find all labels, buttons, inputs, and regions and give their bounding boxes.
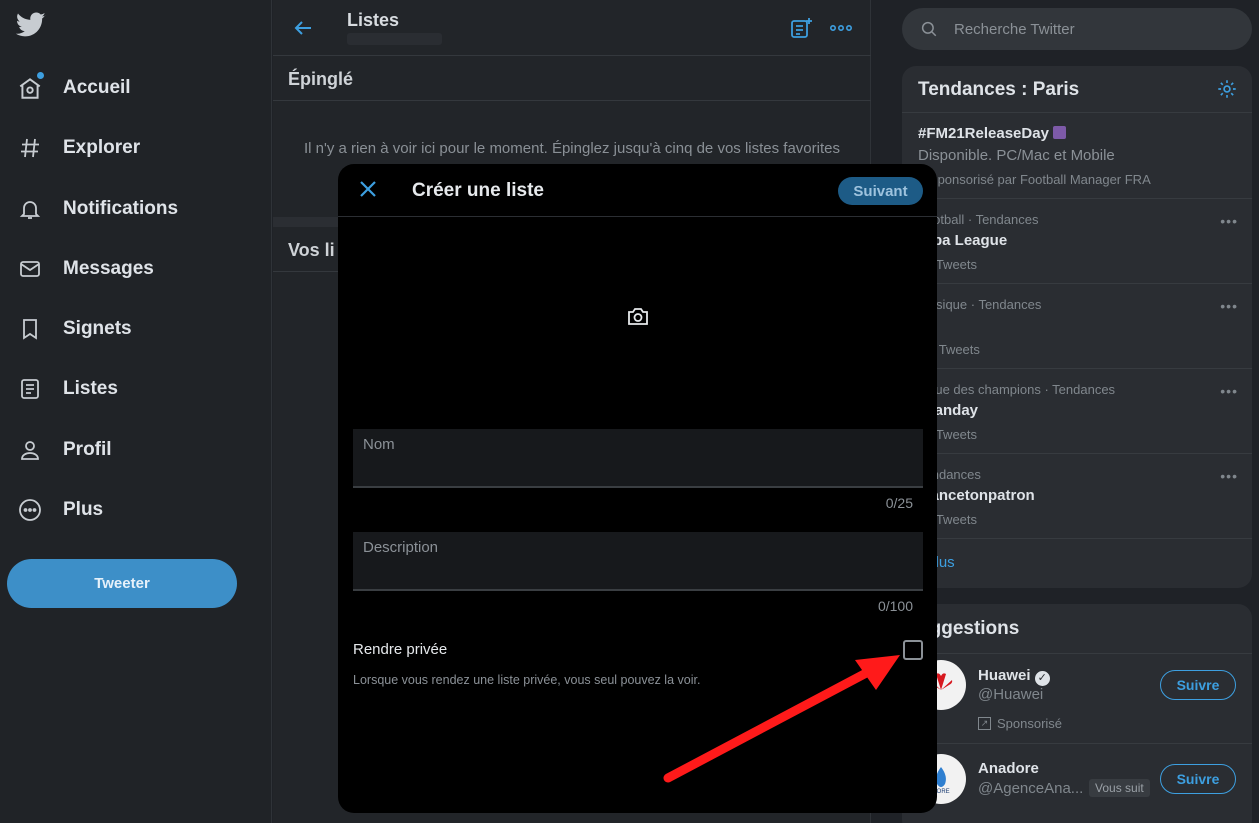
modal-title: Créer une liste bbox=[412, 180, 544, 201]
trends-title: Tendances : Paris bbox=[918, 79, 1080, 100]
pinned-empty-message: Il n'y a rien à voir ici pour le moment.… bbox=[304, 140, 840, 157]
follows-you-badge: Vous suit bbox=[1089, 779, 1150, 797]
nav-item-messages[interactable]: Messages bbox=[16, 249, 154, 289]
verified-badge-icon: ✓ bbox=[1034, 671, 1050, 686]
nav-label-notifications: Notifications bbox=[63, 198, 179, 219]
page-title: Listes bbox=[347, 10, 400, 30]
hashtag-icon bbox=[16, 134, 44, 162]
create-list-modal: Créer une liste Suivant Nom 0/25 Descrip… bbox=[338, 164, 937, 813]
trends-panel: Tendances : Paris #FM21ReleaseDay Dispon… bbox=[902, 66, 1252, 588]
search-placeholder: Recherche Twitter bbox=[954, 20, 1075, 38]
nav-label-listes: Listes bbox=[63, 378, 118, 399]
more-options-icon[interactable]: ••• bbox=[1220, 213, 1238, 229]
suggestion-name: Anadore bbox=[978, 760, 1039, 777]
nav-item-listes[interactable]: Listes bbox=[16, 369, 118, 409]
home-icon bbox=[16, 72, 44, 102]
suggestions-panel: uggestions Huawei ✓ @Huawei ↗ Sponsorisé … bbox=[902, 604, 1252, 823]
envelope-icon bbox=[16, 255, 44, 283]
nav-label-messages: Messages bbox=[63, 258, 154, 279]
description-counter: 0/100 bbox=[877, 598, 913, 614]
person-icon bbox=[16, 436, 44, 464]
fm-badge-icon bbox=[1053, 126, 1067, 139]
follow-button[interactable]: Suivre bbox=[1160, 764, 1236, 794]
name-counter: 0/25 bbox=[885, 495, 913, 511]
trend-item[interactable]: Tendances alancetonpatron 03 Tweets ••• bbox=[902, 453, 1252, 538]
camera-icon[interactable] bbox=[626, 305, 650, 332]
bookmark-icon bbox=[16, 315, 44, 343]
back-arrow-icon[interactable] bbox=[291, 16, 315, 45]
tweet-button[interactable]: Tweeter bbox=[7, 559, 237, 608]
search-icon bbox=[920, 20, 938, 38]
nav-label-profil: Profil bbox=[63, 439, 112, 460]
suggestion-promo: ↗ Sponsorisé bbox=[978, 716, 1062, 731]
modal-header: Créer une liste Suivant bbox=[338, 164, 937, 217]
nav-item-signets[interactable]: Signets bbox=[16, 309, 132, 349]
nav-label-plus: Plus bbox=[63, 499, 104, 520]
nav-item-plus[interactable]: Plus bbox=[16, 490, 103, 530]
more-options-icon[interactable]: ••• bbox=[1220, 468, 1238, 484]
suggestion-handle: @AgenceAna... bbox=[978, 780, 1084, 797]
description-field-label: Description bbox=[363, 539, 439, 556]
suggestion-row-huawei[interactable]: Huawei ✓ @Huawei ↗ Sponsorisé Suivre bbox=[902, 654, 1252, 742]
trend-item[interactable]: Football · Tendances ropa League 59 Twee… bbox=[902, 198, 1252, 283]
left-navigation: Accueil Explorer Notifications Messages … bbox=[0, 0, 272, 823]
private-checkbox[interactable] bbox=[903, 640, 923, 660]
private-toggle-label: Rendre privée bbox=[353, 641, 448, 658]
more-options-icon[interactable]: ••• bbox=[1220, 298, 1238, 314]
search-input[interactable]: Recherche Twitter bbox=[902, 8, 1252, 50]
private-toggle-description: Lorsque vous rendez une liste privée, vo… bbox=[353, 673, 701, 687]
more-options-icon[interactable]: ••• bbox=[1220, 383, 1238, 399]
trend-name: #FM21ReleaseDay bbox=[918, 125, 1067, 142]
name-field-label: Nom bbox=[363, 436, 395, 453]
next-button[interactable]: Suivant bbox=[838, 177, 923, 205]
name-field[interactable]: Nom bbox=[353, 429, 923, 488]
trend-description: Disponible. PC/Mac et Mobile bbox=[918, 147, 1115, 164]
twitter-logo-icon[interactable] bbox=[15, 12, 48, 44]
trend-item-promoted[interactable]: #FM21ReleaseDay Disponible. PC/Mac et Mo… bbox=[902, 112, 1252, 198]
bell-icon bbox=[16, 195, 44, 223]
nav-item-notifications[interactable]: Notifications bbox=[16, 189, 178, 229]
pinned-heading: Épinglé bbox=[273, 57, 871, 101]
promoted-icon: ↗ bbox=[978, 717, 991, 730]
trend-item[interactable]: Musique · Tendances rti 3 k Tweets ••• bbox=[902, 283, 1252, 368]
close-icon[interactable] bbox=[358, 179, 378, 204]
trend-item[interactable]: Ligue des champions · Tendances ylianday… bbox=[902, 368, 1252, 453]
description-field[interactable]: Description bbox=[353, 532, 923, 591]
follow-button[interactable]: Suivre bbox=[1160, 670, 1236, 700]
suggestion-name: Huawei ✓ bbox=[978, 667, 1050, 686]
nav-item-explorer[interactable]: Explorer bbox=[16, 128, 140, 168]
trend-sponsor: ↗Sponsorisé par Football Manager FRA bbox=[918, 172, 1151, 188]
list-icon bbox=[16, 375, 44, 403]
page-header: Listes bbox=[273, 0, 871, 56]
more-options-icon[interactable] bbox=[829, 18, 853, 43]
page-subtitle-blurred bbox=[347, 33, 442, 45]
suggestion-row-anadore[interactable]: DORE Anadore @AgenceAna... Vous suit Sui… bbox=[902, 744, 1252, 823]
nav-label-signets: Signets bbox=[63, 318, 132, 339]
nav-item-accueil[interactable]: Accueil bbox=[16, 68, 131, 108]
nav-label-accueil: Accueil bbox=[63, 77, 131, 98]
nav-item-profil[interactable]: Profil bbox=[16, 430, 112, 470]
trend-meta: Ligue des champions · Tendances bbox=[918, 382, 1116, 397]
nav-label-explorer: Explorer bbox=[63, 137, 141, 158]
more-circle-icon bbox=[16, 496, 44, 524]
notification-dot bbox=[37, 72, 44, 79]
gear-icon[interactable] bbox=[1216, 78, 1238, 105]
new-list-icon[interactable] bbox=[789, 16, 813, 45]
suggestion-handle: @Huawei bbox=[978, 686, 1044, 703]
